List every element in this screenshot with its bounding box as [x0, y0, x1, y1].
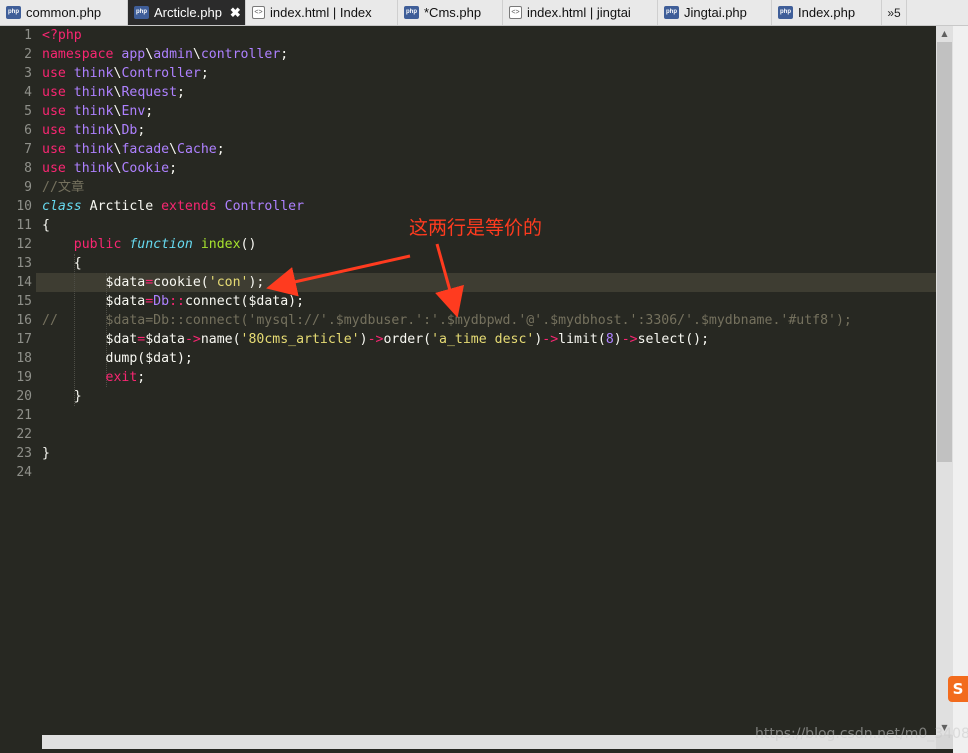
sogou-logo-icon[interactable]: S: [948, 676, 968, 702]
arrow-to-line-14: [266, 254, 411, 297]
arrow-to-line-16: [435, 243, 464, 318]
scroll-up-icon[interactable]: ▲: [936, 26, 953, 42]
annotation-arrows: [266, 243, 464, 318]
scrollbar-thumb[interactable]: [937, 42, 952, 462]
watermark: https://blog.csdn.net/m0_3408: [755, 726, 968, 742]
window-edge: [953, 26, 968, 753]
vertical-scrollbar[interactable]: ▲ ▼: [936, 26, 953, 736]
annotation-text: 这两行是等价的: [409, 217, 543, 239]
